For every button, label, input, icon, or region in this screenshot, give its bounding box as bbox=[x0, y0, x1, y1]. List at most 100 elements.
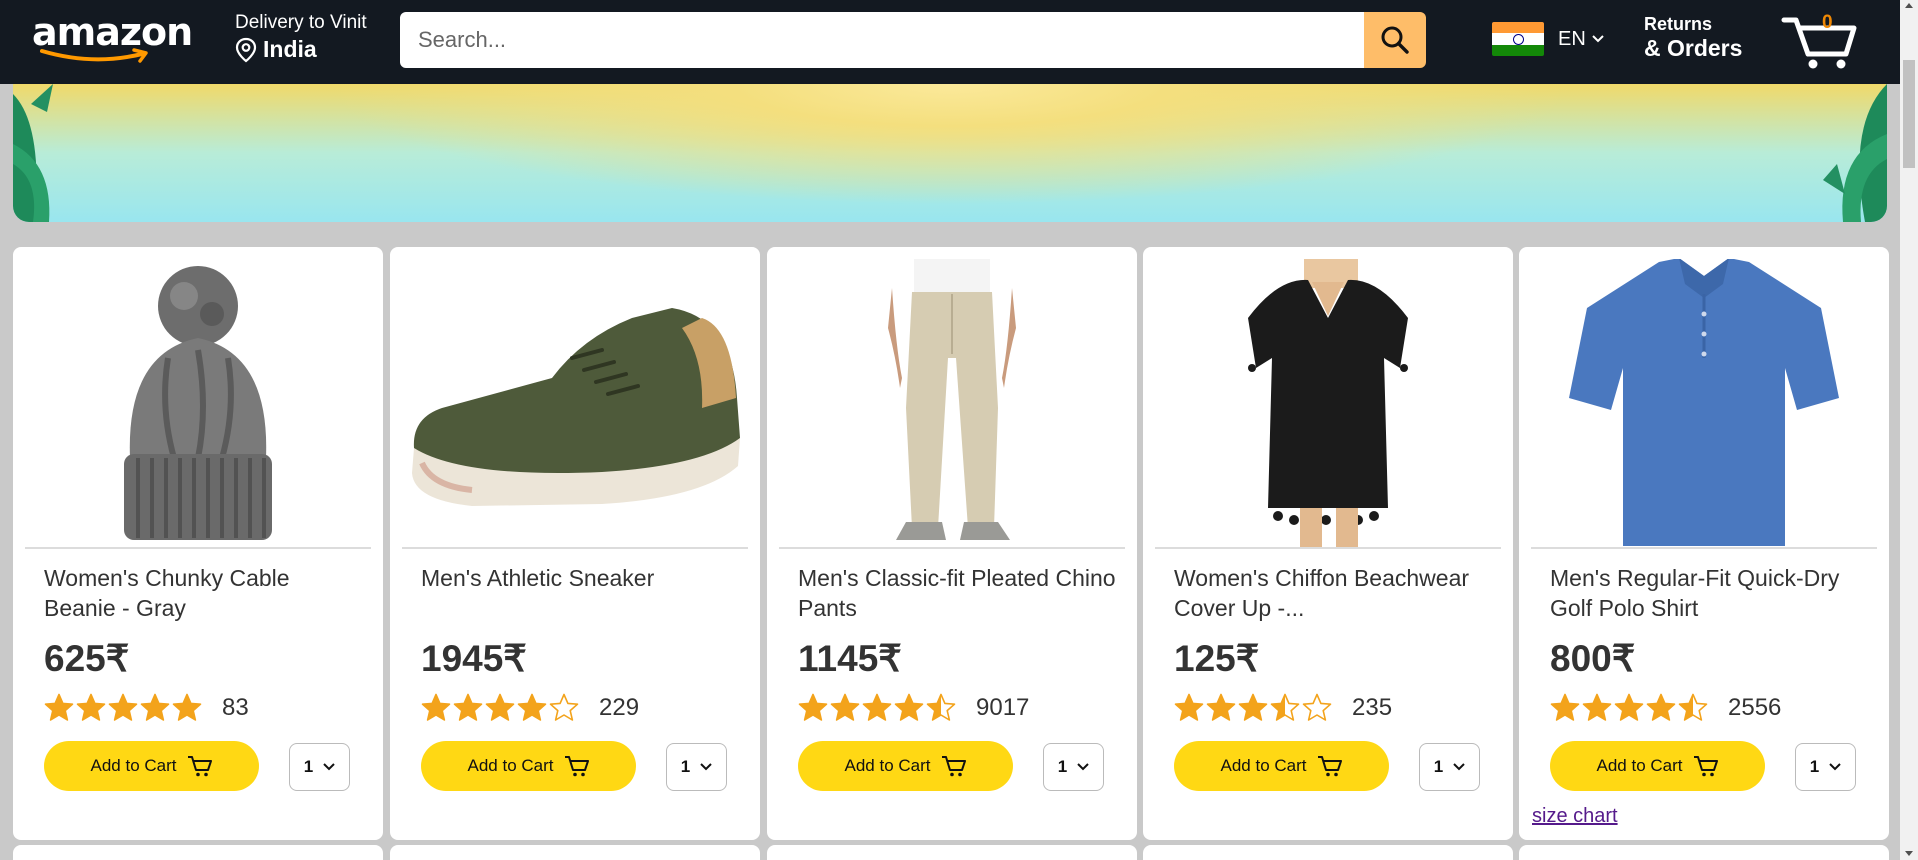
star-full-icon bbox=[485, 693, 515, 721]
promo-banner[interactable] bbox=[13, 84, 1887, 222]
quantity-select[interactable]: 1 bbox=[289, 743, 350, 791]
star-full-icon bbox=[453, 693, 483, 721]
size-chart-link[interactable]: size chart bbox=[1532, 805, 1618, 828]
product-title[interactable]: Men's Athletic Sneaker bbox=[421, 563, 741, 593]
add-to-cart-button[interactable]: Add to Cart bbox=[798, 741, 1013, 791]
chevron-down-icon bbox=[1592, 35, 1604, 43]
product-image[interactable] bbox=[779, 259, 1125, 549]
product-image[interactable] bbox=[25, 259, 371, 549]
chevron-down-icon bbox=[1829, 763, 1841, 771]
location-pin-icon bbox=[235, 37, 257, 62]
cart-icon bbox=[564, 756, 589, 777]
search-button[interactable] bbox=[1364, 12, 1426, 68]
product-card-next-row bbox=[1519, 845, 1889, 860]
review-count: 9017 bbox=[976, 694, 1030, 721]
beach-cover-up-image bbox=[1248, 259, 1408, 547]
quantity-value: 1 bbox=[303, 757, 314, 776]
product-title[interactable]: Women's Chunky Cable Beanie - Gray bbox=[44, 563, 364, 623]
add-to-cart-button[interactable]: Add to Cart bbox=[1550, 741, 1765, 791]
delivery-label: Delivery to Vinit bbox=[235, 12, 367, 33]
star-full-icon bbox=[1206, 693, 1236, 721]
product-card-next-row bbox=[1143, 845, 1513, 860]
add-to-cart-label: Add to Cart bbox=[1596, 756, 1683, 775]
logo-smile-icon bbox=[40, 48, 148, 63]
product-price: 625₹ bbox=[44, 638, 130, 679]
add-to-cart-label: Add to Cart bbox=[844, 756, 931, 775]
review-count: 2556 bbox=[1728, 694, 1782, 721]
star-empty-icon bbox=[549, 693, 579, 721]
product-title[interactable]: Women's Chiffon Beachwear Cover Up -... bbox=[1174, 563, 1494, 623]
star-full-icon bbox=[421, 693, 451, 721]
product-rating: 9017 bbox=[798, 693, 1029, 723]
star-half-icon bbox=[926, 693, 956, 721]
product-title[interactable]: Men's Classic-fit Pleated Chino Pants bbox=[798, 563, 1118, 623]
beanie-image bbox=[124, 266, 272, 540]
star-full-icon bbox=[108, 693, 138, 721]
language-selector[interactable]: EN bbox=[1492, 22, 1604, 56]
scroll-down-arrow[interactable] bbox=[1905, 851, 1913, 856]
chevron-down-icon bbox=[1077, 763, 1089, 771]
star-full-icon bbox=[172, 693, 202, 721]
scroll-up-arrow[interactable] bbox=[1905, 3, 1913, 8]
chevron-down-icon bbox=[323, 763, 335, 771]
top-navigation-bar: amazon Delivery to Vinit India Search...… bbox=[0, 0, 1900, 84]
product-card-next-row bbox=[767, 845, 1137, 860]
star-full-icon bbox=[1614, 693, 1644, 721]
star-full-icon bbox=[1238, 693, 1268, 721]
search-input[interactable] bbox=[400, 12, 1364, 68]
product-price: 1145₹ bbox=[798, 638, 902, 679]
sneaker-image bbox=[412, 308, 740, 506]
delivery-location[interactable]: Delivery to Vinit India bbox=[235, 12, 367, 63]
product-rating: 235 bbox=[1174, 693, 1392, 723]
star-full-icon bbox=[517, 693, 547, 721]
product-card-next-row bbox=[13, 845, 383, 860]
star-full-icon bbox=[894, 693, 924, 721]
quantity-value: 1 bbox=[1057, 757, 1068, 776]
leaf-left-decoration bbox=[13, 84, 53, 222]
star-full-icon bbox=[44, 693, 74, 721]
add-to-cart-button[interactable]: Add to Cart bbox=[44, 741, 259, 791]
cart-icon bbox=[941, 756, 966, 777]
add-to-cart-button[interactable]: Add to Cart bbox=[421, 741, 636, 791]
review-count: 83 bbox=[222, 694, 249, 721]
quantity-select[interactable]: 1 bbox=[666, 743, 727, 791]
scroll-thumb[interactable] bbox=[1903, 60, 1915, 168]
product-image[interactable] bbox=[1155, 259, 1501, 549]
india-flag-icon bbox=[1492, 22, 1544, 56]
star-empty-icon bbox=[1302, 693, 1332, 721]
star-full-icon bbox=[830, 693, 860, 721]
product-card: Men's Athletic Sneaker 1945₹ 229 Add to … bbox=[390, 247, 760, 840]
returns-label: Returns bbox=[1644, 14, 1713, 34]
product-card: Women's Chunky Cable Beanie - Gray 625₹ … bbox=[13, 247, 383, 840]
chevron-down-icon bbox=[700, 763, 712, 771]
star-rating bbox=[798, 693, 958, 723]
product-image[interactable] bbox=[402, 259, 748, 549]
product-card: Women's Chiffon Beachwear Cover Up -... … bbox=[1143, 247, 1513, 840]
cart-button[interactable]: 0 bbox=[1780, 10, 1860, 72]
star-rating bbox=[421, 693, 581, 723]
star-half-icon bbox=[1270, 693, 1300, 721]
product-card: Men's Classic-fit Pleated Chino Pants 11… bbox=[767, 247, 1137, 840]
add-to-cart-label: Add to Cart bbox=[467, 756, 554, 775]
page-scrollbar[interactable] bbox=[1900, 0, 1918, 860]
product-title[interactable]: Men's Regular-Fit Quick-Dry Golf Polo Sh… bbox=[1550, 563, 1870, 623]
amazon-logo[interactable]: amazon bbox=[32, 10, 193, 64]
star-rating bbox=[44, 693, 204, 723]
quantity-value: 1 bbox=[1809, 757, 1820, 776]
returns-and-orders[interactable]: Returns & Orders bbox=[1644, 14, 1742, 62]
product-price: 125₹ bbox=[1174, 638, 1260, 679]
chino-pants-image bbox=[888, 259, 1016, 540]
product-card: Men's Regular-Fit Quick-Dry Golf Polo Sh… bbox=[1519, 247, 1889, 840]
star-full-icon bbox=[1582, 693, 1612, 721]
add-to-cart-button[interactable]: Add to Cart bbox=[1174, 741, 1389, 791]
chevron-down-icon bbox=[1453, 763, 1465, 771]
star-half-icon bbox=[1678, 693, 1708, 721]
product-rating: 83 bbox=[44, 693, 249, 723]
quantity-select[interactable]: 1 bbox=[1795, 743, 1856, 791]
delivery-country: India bbox=[263, 36, 317, 62]
quantity-value: 1 bbox=[680, 757, 691, 776]
product-image[interactable] bbox=[1531, 259, 1877, 549]
quantity-select[interactable]: 1 bbox=[1043, 743, 1104, 791]
search-bar bbox=[400, 12, 1426, 68]
quantity-select[interactable]: 1 bbox=[1419, 743, 1480, 791]
